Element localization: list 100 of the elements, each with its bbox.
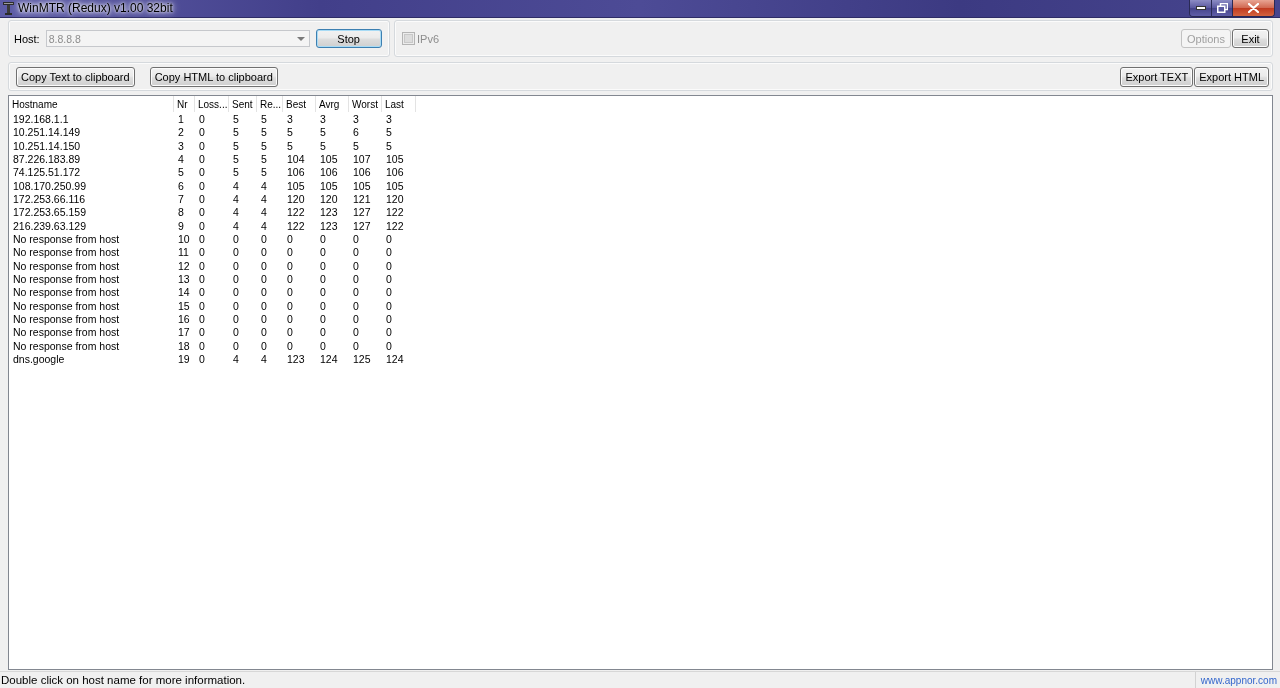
table-cell-text: 0 xyxy=(286,232,294,247)
table-cell-text: 0 xyxy=(232,286,240,300)
table-cell-text: 1 xyxy=(177,113,185,127)
table-cell-text: 13 xyxy=(177,272,191,287)
column-header[interactable]: Best xyxy=(283,96,316,112)
table-cell-text: 0 xyxy=(385,259,393,273)
table-cell-text: 3 xyxy=(177,139,185,153)
window-title: WinMTR (Redux) v1.00 32bit xyxy=(18,0,173,17)
close-button[interactable] xyxy=(1233,0,1274,16)
table-cell-text: 4 xyxy=(232,179,240,193)
table-cell-text: 4 xyxy=(260,206,268,220)
table-cell-text: 0 xyxy=(385,272,393,287)
table-cell-text: 122 xyxy=(286,219,306,233)
table-cell-text: 0 xyxy=(385,286,393,300)
table-cell-text: 0 xyxy=(198,272,206,287)
column-header[interactable]: Sent xyxy=(229,96,257,112)
export-button[interactable]: Export HTML xyxy=(1194,66,1269,87)
table-cell-text: 15 xyxy=(177,299,191,313)
dropdown-arrow-icon xyxy=(296,36,305,41)
table-cell-text: 4 xyxy=(232,219,240,233)
table-cell-text: 0 xyxy=(260,272,268,287)
table-cell-text: 8 xyxy=(177,206,185,220)
table-cell-text: 4 xyxy=(177,153,185,167)
table-cell-text: 0 xyxy=(385,339,393,353)
table-cell-text: 0 xyxy=(352,326,360,340)
table-cell-text: 0 xyxy=(198,126,206,140)
column-header[interactable]: Nr xyxy=(174,96,195,112)
column-header[interactable]: Loss... xyxy=(195,96,229,112)
host-label: Host: xyxy=(14,32,40,45)
column-header[interactable]: Last xyxy=(382,96,416,112)
table-cell-text: 0 xyxy=(319,299,327,313)
table-cell-text: 10.251.14.149 xyxy=(12,126,82,140)
table-cell-text: 17 xyxy=(177,326,191,340)
table-cell-text: 120 xyxy=(319,192,339,207)
table-cell-text: 5 xyxy=(260,153,268,167)
copy-button[interactable]: Copy HTML to clipboard xyxy=(149,66,278,87)
table-cell-text: 120 xyxy=(385,192,405,207)
table-cell-text: 5 xyxy=(232,166,240,180)
table-cell-text: 5 xyxy=(319,139,327,153)
column-header[interactable]: Avrg xyxy=(316,96,349,112)
table-cell-text: 0 xyxy=(198,166,206,180)
table-cell-text: 5 xyxy=(232,113,240,127)
table-cell-text: 4 xyxy=(260,219,268,233)
table-cell-text: 0 xyxy=(260,326,268,340)
table-cell-text: 16 xyxy=(177,312,191,327)
table-cell-text: 10 xyxy=(177,232,191,247)
table-cell-text: 124 xyxy=(319,352,339,367)
table-cell-text: 6 xyxy=(352,126,360,140)
table-cell-text: 5 xyxy=(286,126,294,140)
status-link[interactable]: www.appnor.com xyxy=(1194,672,1280,688)
table-cell-text: 123 xyxy=(286,352,306,367)
table-cell-text: 0 xyxy=(198,113,206,127)
table-cell-text: 3 xyxy=(352,113,360,127)
exit-button[interactable]: Exit xyxy=(1232,29,1269,48)
table-cell-text: 4 xyxy=(260,352,268,367)
table-cell-text: 0 xyxy=(232,272,240,287)
table-cell-text: 5 xyxy=(385,126,393,140)
table-cell-text: 105 xyxy=(319,153,339,167)
table-cell-text: 122 xyxy=(385,206,405,220)
column-header[interactable]: Hostname xyxy=(9,96,174,112)
table-cell-text: 0 xyxy=(260,246,268,260)
table-cell-text: 172.253.66.116 xyxy=(12,192,87,207)
table-cell-text: 0 xyxy=(385,246,393,260)
table-cell-text: 0 xyxy=(198,246,206,260)
table-cell-text: 5 xyxy=(260,166,268,180)
app-icon xyxy=(3,2,14,15)
table-cell-text: 0 xyxy=(260,312,268,327)
restore-icon xyxy=(1216,3,1228,13)
minimize-button[interactable] xyxy=(1190,0,1212,16)
table-cell-text: 0 xyxy=(232,232,240,247)
table-cell-text: 123 xyxy=(319,206,339,220)
table-cell-text: 0 xyxy=(352,286,360,300)
table-cell-text: 0 xyxy=(385,299,393,313)
table-cell-text: No response from host xyxy=(12,299,121,313)
table-cell-text: 127 xyxy=(352,206,372,220)
export-button[interactable]: Export TEXT xyxy=(1120,66,1194,87)
table-cell-text: 0 xyxy=(198,339,206,353)
table-cell-text: 0 xyxy=(260,232,268,247)
table-cell-text: 0 xyxy=(352,299,360,313)
table-cell-text: 120 xyxy=(286,192,306,207)
table-cell-text: 122 xyxy=(385,219,405,233)
table-cell-text: 0 xyxy=(198,352,206,367)
table-cell-text: 0 xyxy=(198,286,206,300)
restore-button[interactable] xyxy=(1212,0,1233,16)
column-header[interactable]: Re... xyxy=(257,96,283,112)
table-cell-text: 0 xyxy=(198,232,206,247)
table-cell-text: 0 xyxy=(385,312,393,327)
table-cell-text: 74.125.51.172 xyxy=(12,166,82,180)
stop-button[interactable]: Stop xyxy=(315,29,382,48)
column-header[interactable]: Worst xyxy=(349,96,382,112)
table-cell-text: 0 xyxy=(286,259,294,273)
copy-button[interactable]: Copy Text to clipboard xyxy=(16,66,135,87)
table-cell-text: 5 xyxy=(232,139,240,153)
table-cell-text: 12 xyxy=(177,259,191,273)
table-cell-text: 0 xyxy=(260,299,268,313)
table-cell-text: 0 xyxy=(198,192,206,207)
table-cell-text: 4 xyxy=(260,179,268,193)
table-cell-text: No response from host xyxy=(12,259,121,273)
table-cell-text: 0 xyxy=(286,272,294,287)
table-cell-text: 4 xyxy=(232,206,240,220)
